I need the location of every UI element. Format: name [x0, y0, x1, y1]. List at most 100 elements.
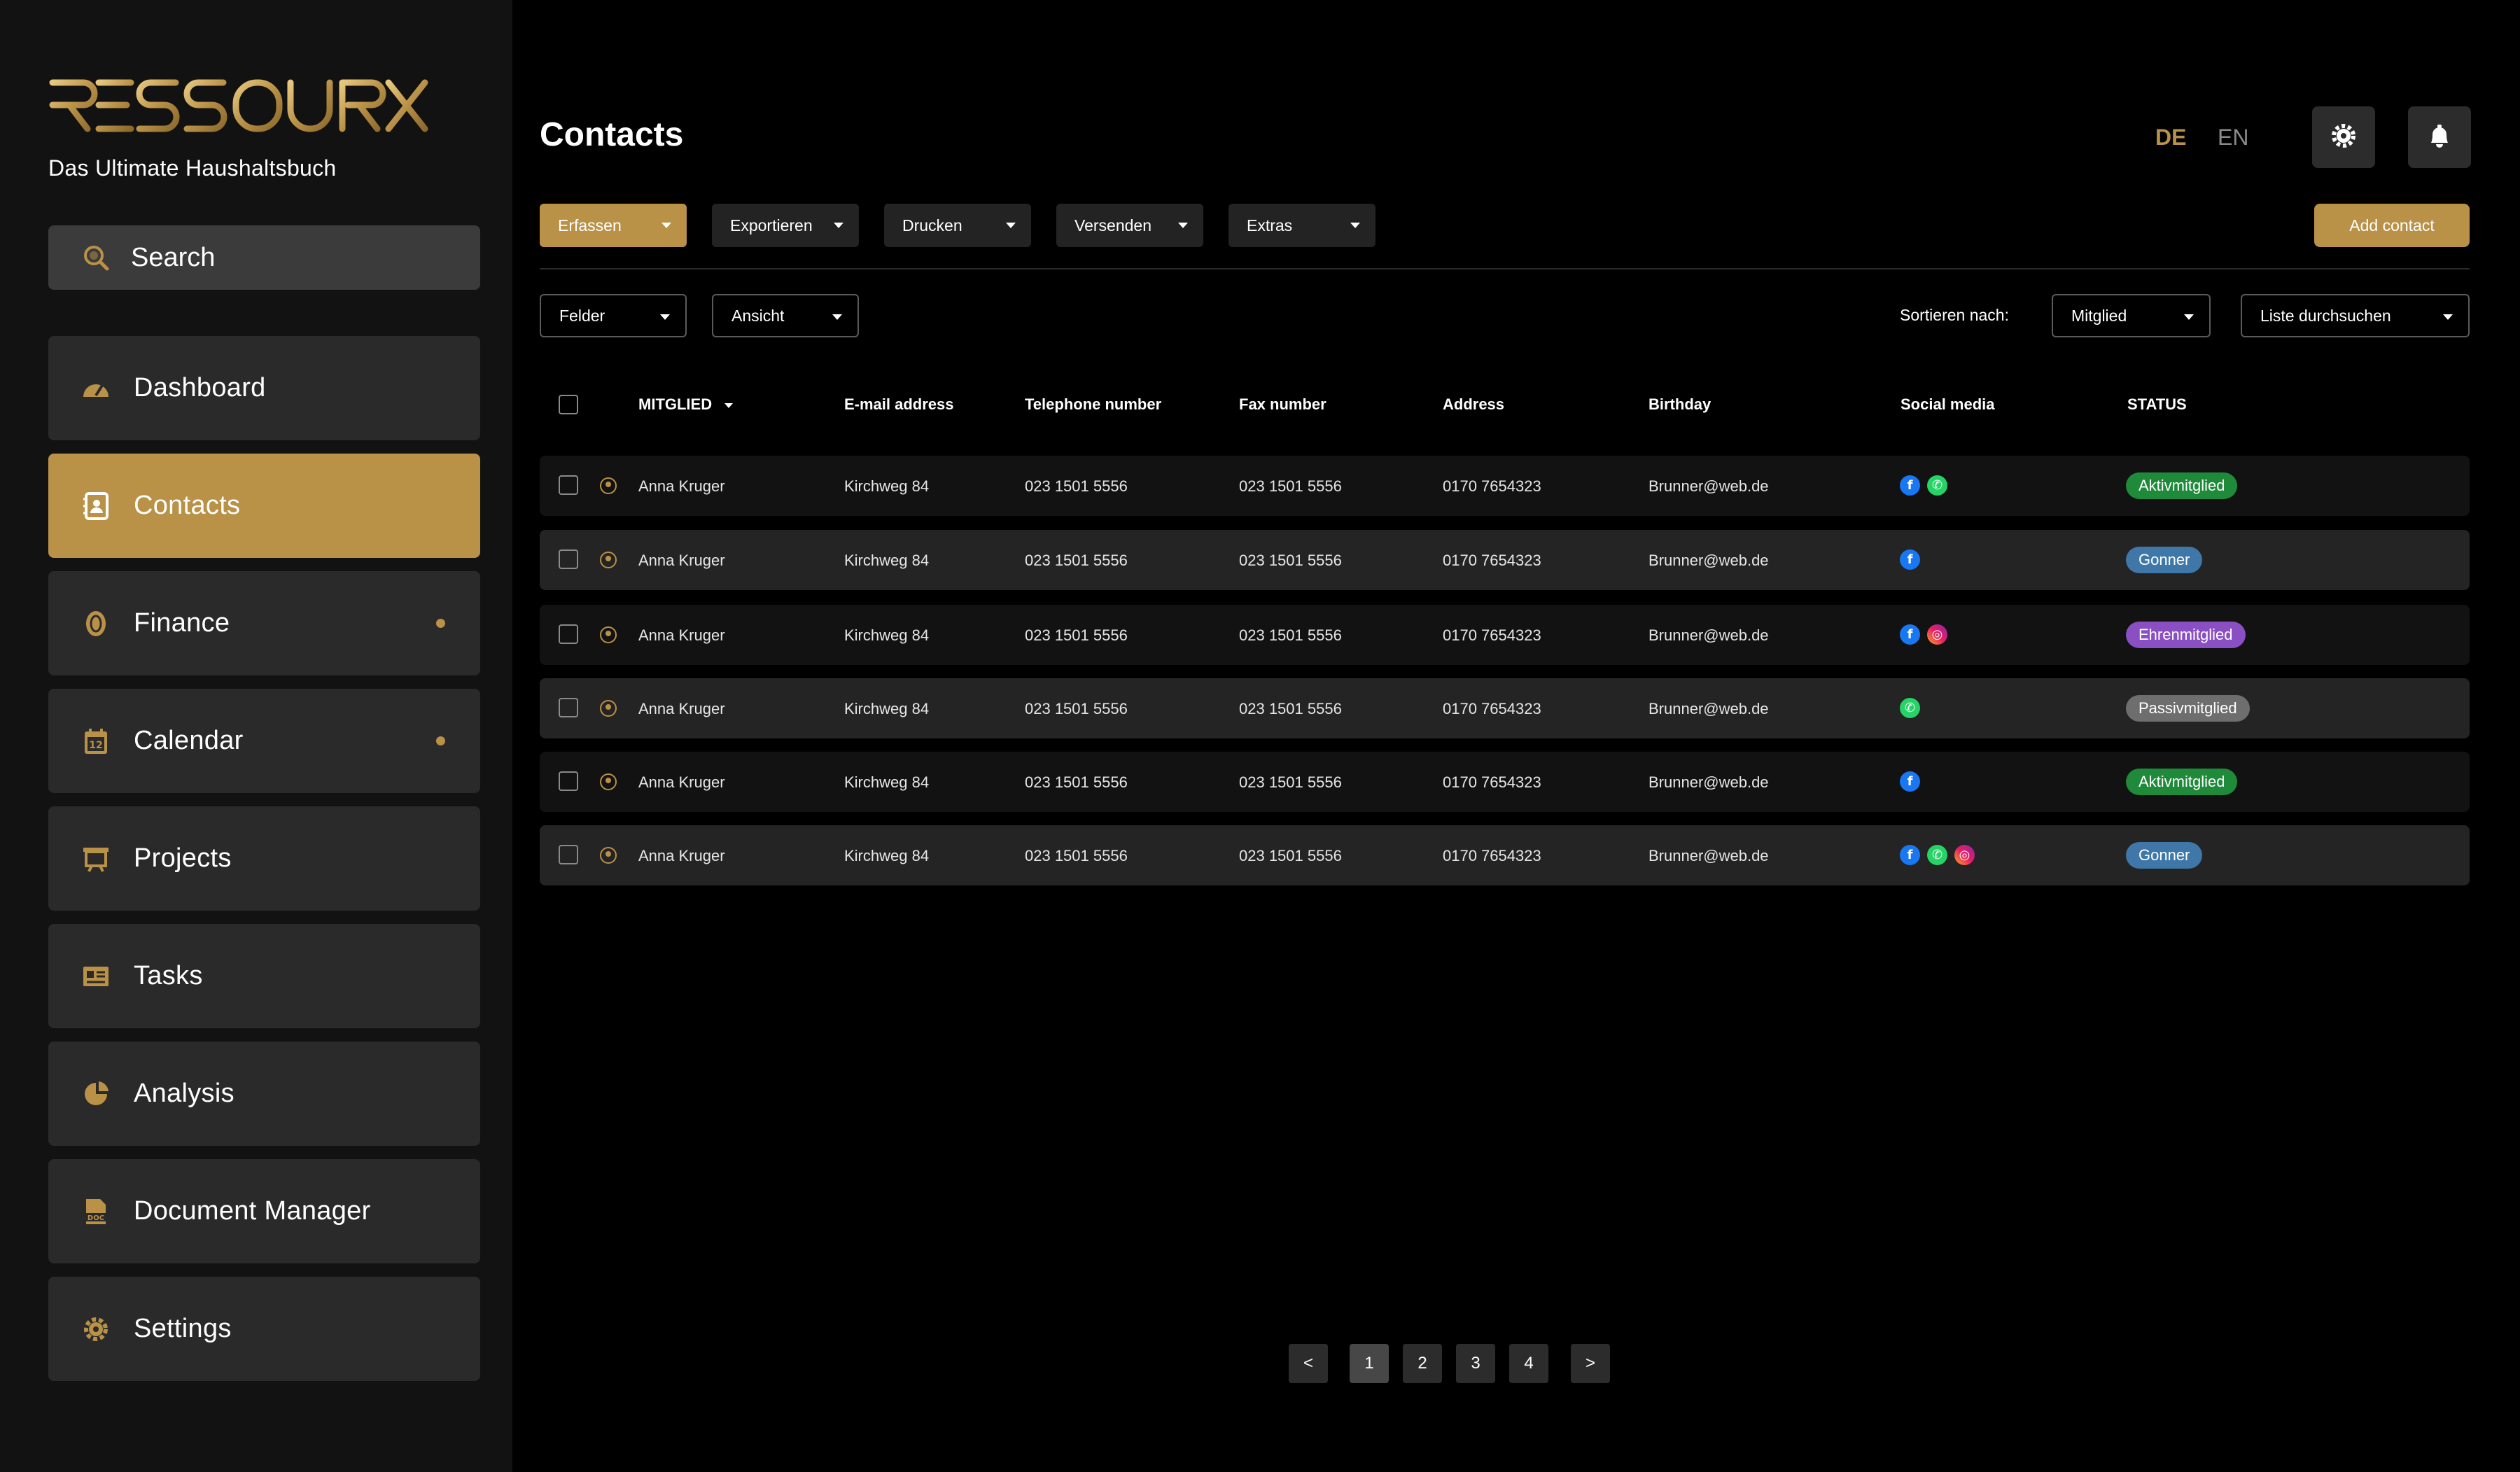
cell-member: Anna Kruger [638, 477, 725, 495]
tasks-icon [80, 961, 111, 992]
sidebar-item-dashboard[interactable]: Dashboard [48, 336, 480, 440]
versenden-dropdown[interactable]: Versenden [1056, 204, 1203, 247]
facebook-icon[interactable]: f [1900, 845, 1920, 865]
dropdown-label: Drucken [902, 216, 962, 234]
cell-address: 0170 7654323 [1443, 847, 1541, 864]
cell-fax: 023 1501 5556 [1239, 773, 1342, 791]
sort-dropdown[interactable]: Mitglied [2052, 294, 2211, 337]
cell-address: 0170 7654323 [1443, 477, 1541, 495]
pagination-prev-button[interactable]: < [1289, 1344, 1328, 1383]
sidebar-item-settings[interactable]: Settings [48, 1277, 480, 1381]
cell-telephone: 023 1501 5556 [1025, 700, 1128, 717]
instagram-icon[interactable]: ◎ [1927, 624, 1947, 645]
facebook-icon[interactable]: f [1900, 475, 1920, 496]
settings-icon [80, 1314, 111, 1345]
pagination-page-4[interactable]: 4 [1509, 1344, 1548, 1383]
erfassen-dropdown[interactable]: Erfassen [540, 204, 687, 247]
language-de[interactable]: DE [2155, 125, 2186, 150]
cell-telephone: 023 1501 5556 [1025, 477, 1128, 495]
notifications-button[interactable] [2408, 106, 2471, 168]
facebook-icon[interactable]: f [1900, 624, 1920, 645]
logo-wordmark-icon [49, 79, 428, 132]
cell-birthday: Brunner@web.de [1648, 552, 1769, 569]
sidebar-item-label: Calendar [134, 726, 244, 755]
extras-dropdown[interactable]: Extras [1228, 204, 1376, 247]
ansicht-dropdown[interactable]: Ansicht [712, 294, 859, 337]
dropdown-label: Felder [559, 306, 606, 325]
language-en[interactable]: EN [2218, 125, 2248, 150]
caret-down-icon [724, 402, 734, 408]
cell-birthday: Brunner@web.de [1648, 626, 1769, 644]
sidebar-item-finance[interactable]: Finance [48, 571, 480, 675]
cell-birthday: Brunner@web.de [1648, 700, 1769, 717]
settings-button[interactable] [2312, 106, 2375, 168]
social-media-icons: ✆ [1900, 698, 1920, 718]
row-checkbox[interactable] [559, 771, 578, 791]
cell-member: Anna Kruger [638, 847, 725, 864]
caret-down-icon [834, 223, 844, 228]
cell-fax: 023 1501 5556 [1239, 552, 1342, 569]
caret-down-icon [2443, 314, 2453, 320]
svg-text:12: 12 [89, 740, 102, 751]
facebook-icon[interactable]: f [1900, 771, 1920, 792]
column-label: MITGLIED [638, 395, 713, 413]
pagination-next-button[interactable]: > [1571, 1344, 1610, 1383]
column-header-mitglied[interactable]: MITGLIED [638, 395, 734, 414]
column-header-birthday: Birthday [1648, 395, 1712, 413]
whatsapp-icon[interactable]: ✆ [1927, 845, 1947, 865]
sidebar-item-document-manager[interactable]: DOC Document Manager [48, 1159, 480, 1263]
sidebar-item-label: Dashboard [134, 373, 266, 402]
projects-icon [80, 843, 111, 874]
contacts-icon [80, 491, 111, 521]
status-badge: Passivmitglied [2126, 695, 2250, 722]
exportieren-dropdown[interactable]: Exportieren [712, 204, 859, 247]
sidebar-item-label: Contacts [134, 491, 241, 520]
pagination-page-1[interactable]: 1 [1350, 1344, 1389, 1383]
instagram-icon[interactable]: ◎ [1954, 845, 1975, 865]
dropdown-label: Versenden [1074, 216, 1152, 234]
cell-fax: 023 1501 5556 [1239, 626, 1342, 644]
notification-dot [436, 736, 445, 745]
list-search-dropdown[interactable]: Liste durchsuchen [2241, 294, 2470, 337]
cell-address: 0170 7654323 [1443, 700, 1541, 717]
row-checkbox[interactable] [559, 475, 578, 495]
sidebar-item-contacts[interactable]: Contacts [48, 454, 480, 558]
facebook-icon[interactable]: f [1900, 549, 1920, 570]
sidebar-item-label: Settings [134, 1314, 232, 1343]
felder-dropdown[interactable]: Felder [540, 294, 687, 337]
cell-fax: 023 1501 5556 [1239, 477, 1342, 495]
sidebar-item-tasks[interactable]: Tasks [48, 924, 480, 1028]
row-checkbox[interactable] [559, 845, 578, 864]
cell-birthday: Brunner@web.de [1648, 847, 1769, 864]
cell-telephone: 023 1501 5556 [1025, 773, 1128, 791]
search-bar[interactable]: Search [48, 225, 480, 290]
cell-birthday: Brunner@web.de [1648, 773, 1769, 791]
add-contact-button[interactable]: Add contact [2314, 204, 2470, 247]
avatar-icon [600, 477, 617, 494]
row-checkbox[interactable] [559, 698, 578, 717]
whatsapp-icon[interactable]: ✆ [1900, 698, 1920, 718]
row-checkbox[interactable] [559, 549, 578, 569]
caret-down-icon [2184, 314, 2194, 320]
cell-address: 0170 7654323 [1443, 773, 1541, 791]
drucken-dropdown[interactable]: Drucken [884, 204, 1031, 247]
sidebar-item-analysis[interactable]: Analysis [48, 1042, 480, 1146]
whatsapp-icon[interactable]: ✆ [1927, 475, 1947, 496]
sidebar-item-label: Tasks [134, 961, 203, 990]
cell-telephone: 023 1501 5556 [1025, 626, 1128, 644]
select-all-checkbox[interactable] [559, 395, 578, 414]
avatar-icon [600, 626, 617, 643]
sidebar-item-calendar[interactable]: 12 Calendar [48, 689, 480, 793]
pagination-page-3[interactable]: 3 [1456, 1344, 1495, 1383]
cell-email: Kirchweg 84 [844, 552, 930, 569]
pagination-page-2[interactable]: 2 [1403, 1344, 1442, 1383]
row-checkbox[interactable] [559, 624, 578, 644]
cell-email: Kirchweg 84 [844, 626, 930, 644]
page-title: Contacts [540, 116, 684, 153]
sidebar-item-projects[interactable]: Projects [48, 806, 480, 911]
caret-down-icon [1350, 223, 1360, 228]
cell-email: Kirchweg 84 [844, 700, 930, 717]
caret-down-icon [660, 314, 670, 320]
divider [540, 268, 2470, 269]
document-icon: DOC [80, 1196, 111, 1227]
